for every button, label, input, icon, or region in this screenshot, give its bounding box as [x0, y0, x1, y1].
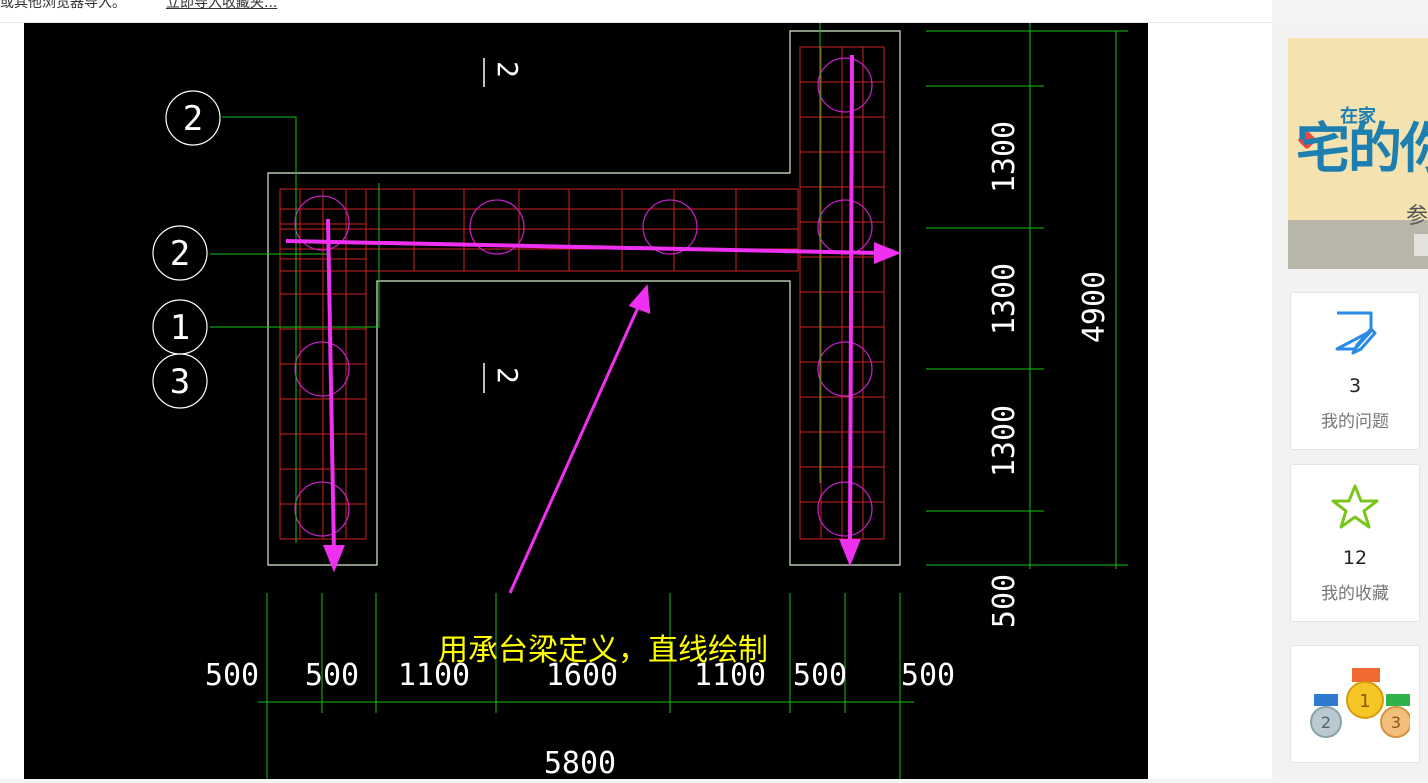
my-questions-card[interactable]: 3 我的问题 — [1290, 292, 1420, 450]
banner-text-large: 宅的你 — [1296, 117, 1428, 180]
import-favorites-link[interactable]: 立即导入收藏夹... — [166, 0, 277, 12]
dim-bottom: 500 — [205, 658, 259, 693]
section-mark: 2 — [491, 61, 524, 78]
questions-label: 我的问题 — [1321, 412, 1389, 432]
questions-count: 3 — [1348, 375, 1362, 397]
medal-gold-label: 1 — [1359, 691, 1370, 712]
dim-bottom: 500 — [305, 658, 359, 693]
favorites-label: 我的收藏 — [1321, 584, 1389, 604]
dim-right: 500 — [987, 574, 1022, 628]
top-notice-bar: 或其他浏览器导入。 立即导入收藏夹... — [0, 0, 1272, 23]
dim-right: 1300 — [987, 263, 1022, 335]
dim-bottom: 500 — [793, 658, 847, 693]
dim-bottom: 500 — [901, 658, 955, 693]
callout-label: 2 — [170, 234, 190, 274]
medal-bronze-label: 3 — [1391, 713, 1401, 732]
promo-banner[interactable]: 在家 宅的你 参 — [1288, 38, 1428, 269]
dim-right-total: 4900 — [1077, 271, 1112, 343]
dim-right: 1300 — [987, 121, 1022, 193]
medals-card[interactable]: 1 2 3 — [1290, 645, 1420, 763]
section-mark: 2 — [491, 367, 524, 384]
leader-lines — [210, 23, 821, 543]
pile-cap-outline — [267, 30, 901, 566]
medal-silver-label: 2 — [1321, 713, 1331, 732]
notice-text: 或其他浏览器导入。 — [0, 0, 126, 11]
dim-right: 1300 — [987, 405, 1022, 477]
banner-text-tail: 参 — [1406, 204, 1428, 229]
cad-drawing-image: 2 2 1 3 2 2 1300 1300 1300 500 4900 500 … — [24, 23, 1148, 781]
rebar-grid — [279, 46, 885, 540]
pile-circles — [294, 57, 873, 537]
star-icon — [1331, 484, 1379, 529]
callout-label: 3 — [170, 362, 190, 402]
edit-note-icon — [1335, 311, 1377, 355]
dim-bottom-total: 5800 — [544, 746, 616, 779]
callout-label: 2 — [183, 99, 203, 139]
my-favorites-card[interactable]: 12 我的收藏 — [1290, 464, 1420, 622]
annotation-text: 用承台梁定义，直线绘制 — [438, 633, 768, 668]
banner-prev-arrow-icon[interactable] — [1414, 234, 1428, 256]
callout-label: 1 — [170, 308, 190, 348]
favorites-count: 12 — [1342, 547, 1368, 569]
medals-icon: 1 2 3 — [1310, 668, 1410, 738]
